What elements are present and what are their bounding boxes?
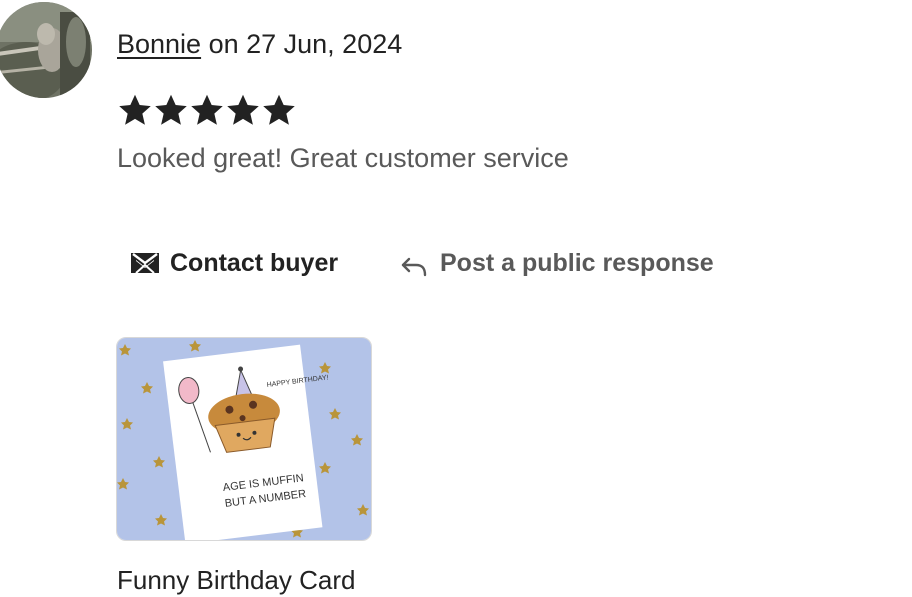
envelope-icon [130, 250, 160, 276]
contact-buyer-label: Contact buyer [170, 249, 339, 277]
review-text: Looked great! Great customer service [117, 143, 569, 173]
star-icon [153, 92, 189, 128]
review-date: on 27 Jun, 2024 [201, 29, 403, 59]
star-icon [261, 92, 297, 128]
star-icon [189, 92, 225, 128]
reviewer-name-link[interactable]: Bonnie [117, 29, 201, 59]
review-header: Bonnie on 27 Jun, 2024 [117, 27, 402, 61]
reply-arrow-icon [400, 256, 428, 278]
star-rating [117, 92, 297, 128]
reviewer-avatar[interactable] [0, 2, 92, 98]
product-thumbnail[interactable]: HAPPY BIRTHDAY! AGE IS MUFFIN BUT A NUMB… [116, 337, 372, 541]
post-public-response-label: Post a public response [440, 249, 714, 277]
star-icon [117, 92, 153, 128]
post-public-response-button[interactable]: Post a public response [400, 244, 714, 282]
contact-buyer-button[interactable]: Contact buyer [130, 244, 338, 282]
star-icon [225, 92, 261, 128]
product-title-link[interactable]: Funny Birthday Card [117, 563, 355, 597]
